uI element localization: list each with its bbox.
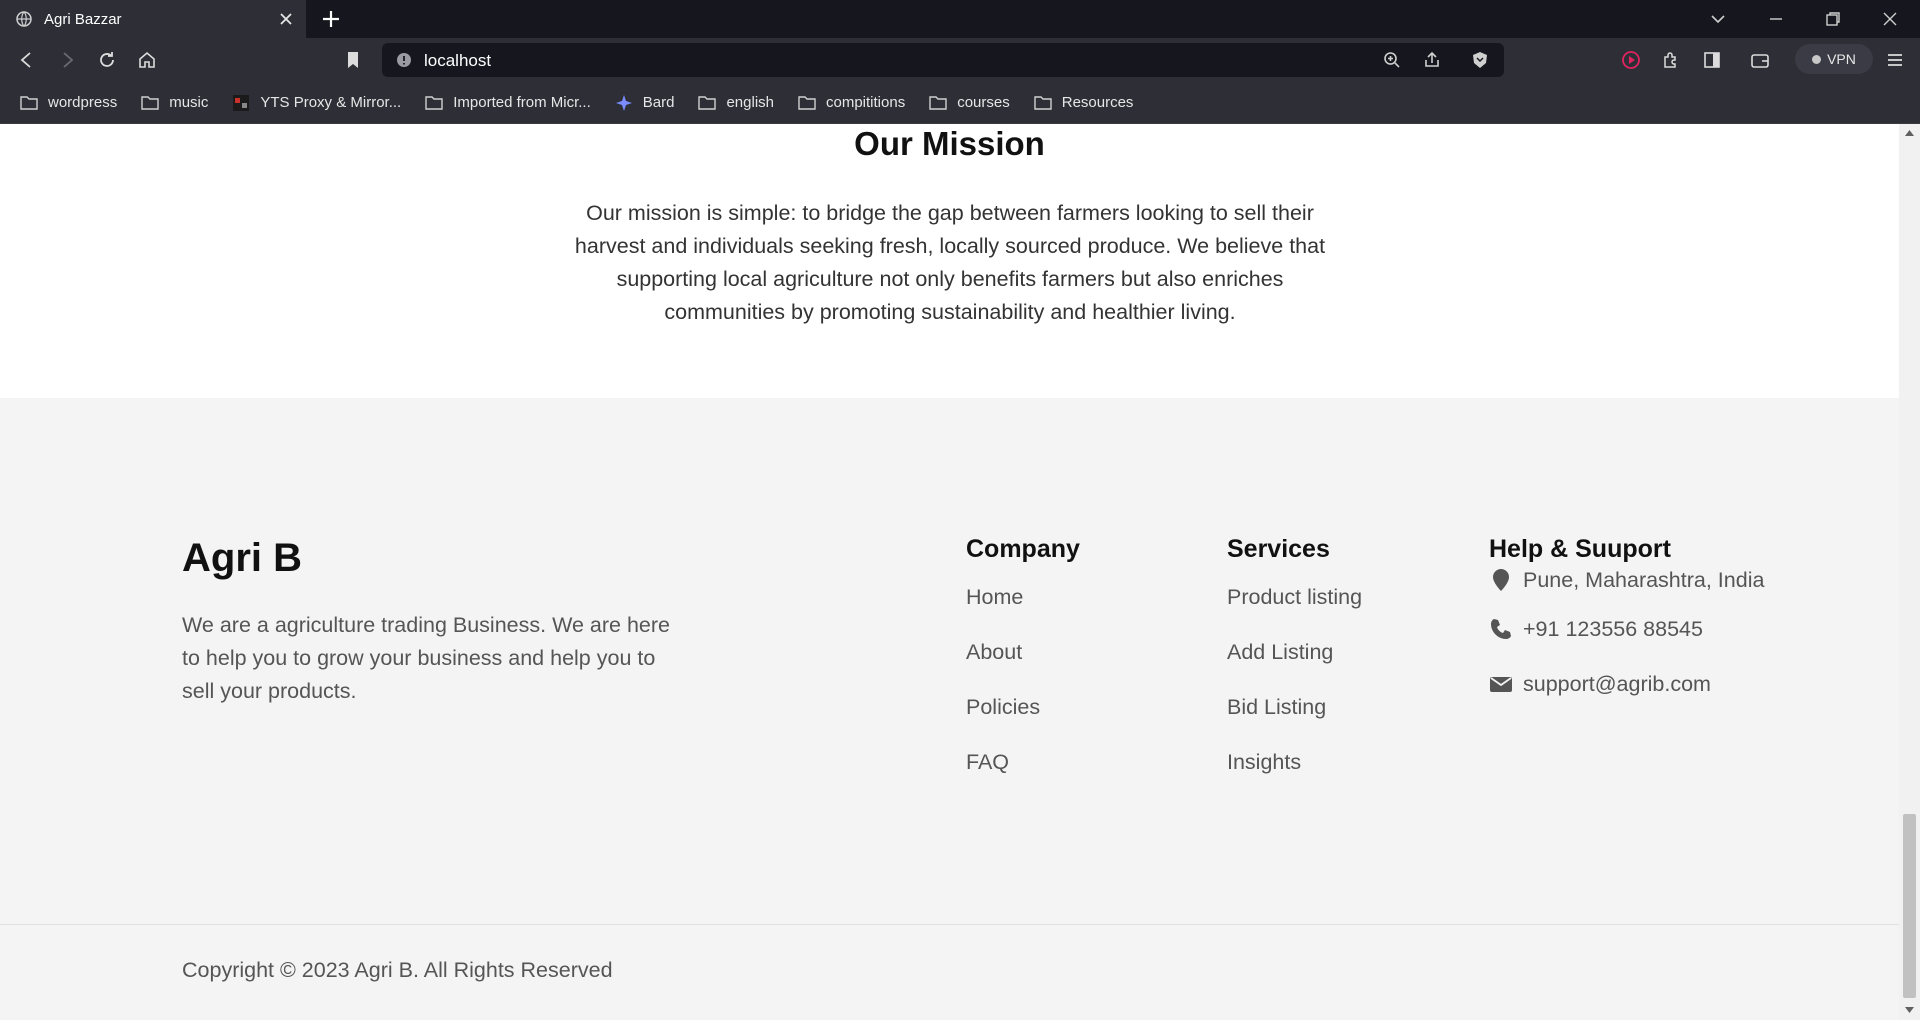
page-scrollbar[interactable] [1899, 124, 1920, 1020]
site-info-icon[interactable] [396, 52, 412, 68]
bookmark-imported[interactable]: Imported from Micr... [425, 94, 591, 111]
map-marker-icon [1493, 569, 1509, 591]
bookmark-yts-proxy[interactable]: YTS Proxy & Mirror... [232, 94, 401, 111]
back-icon[interactable] [16, 49, 38, 71]
globe-icon [16, 11, 32, 27]
scrollbar-thumb[interactable] [1903, 814, 1916, 998]
mission-section: Our Mission Our mission is simple: to br… [0, 124, 1899, 398]
extensions-icon[interactable] [1660, 49, 1682, 71]
site-footer: Agri B We are a agriculture trading Busi… [0, 398, 1899, 1020]
contact-phone: +91 123556 88545 [1489, 613, 1789, 646]
footer-link-insights[interactable]: Insights [1227, 749, 1362, 804]
folder-icon [1034, 95, 1052, 110]
mission-title: Our Mission [854, 125, 1045, 162]
menu-icon[interactable] [1884, 49, 1906, 71]
close-window-icon[interactable] [1880, 9, 1900, 29]
browser-toolbar: localhost VPN [0, 38, 1920, 82]
footer-link-product-listing[interactable]: Product listing [1227, 584, 1362, 639]
share-icon[interactable] [1422, 50, 1442, 70]
restore-icon[interactable] [1823, 9, 1843, 29]
home-icon[interactable] [136, 49, 158, 71]
browser-tab[interactable]: Agri Bazzar [0, 0, 306, 38]
bookmark-bard[interactable]: Bard [615, 94, 674, 111]
vpn-label: VPN [1827, 51, 1856, 67]
bookmark-wordpress[interactable]: wordpress [20, 94, 117, 111]
bard-sparkle-icon [615, 94, 632, 111]
folder-icon [798, 95, 816, 110]
wallet-icon[interactable] [1749, 49, 1771, 71]
folder-icon [929, 95, 947, 110]
tab-title: Agri Bazzar [44, 10, 122, 28]
reload-icon[interactable] [96, 49, 118, 71]
sidebar-icon[interactable] [1701, 49, 1723, 71]
footer-link-faq[interactable]: FAQ [966, 749, 1080, 804]
zoom-icon[interactable] [1382, 50, 1402, 70]
bookmark-resources[interactable]: Resources [1034, 94, 1133, 111]
bookmarks-bar: wordpress music YTS Proxy & Mirror... Im… [0, 82, 1920, 124]
scroll-up-icon[interactable] [1904, 129, 1915, 137]
close-tab-icon[interactable] [278, 11, 294, 27]
footer-about-text: We are a agriculture trading Business. W… [182, 613, 670, 703]
vpn-button[interactable]: VPN [1795, 44, 1873, 74]
minimize-icon[interactable] [1766, 9, 1786, 29]
scroll-down-icon[interactable] [1904, 1006, 1915, 1014]
bookmark-music[interactable]: music [141, 94, 208, 111]
footer-link-bid-listing[interactable]: Bid Listing [1227, 694, 1362, 749]
footer-divider [0, 924, 1899, 925]
bookmark-english[interactable]: english [698, 94, 774, 111]
folder-icon [698, 95, 717, 110]
tab-bar: Agri Bazzar [0, 0, 1920, 38]
envelope-icon [1490, 677, 1512, 692]
brave-shield-icon[interactable] [1470, 50, 1490, 70]
url-text: localhost [424, 51, 492, 70]
contact-address: Pune, Maharashtra, India [1489, 564, 1789, 597]
bookmark-courses[interactable]: courses [929, 94, 1010, 111]
address-text: Pune, Maharashtra, India [1523, 568, 1765, 592]
footer-link-about[interactable]: About [966, 639, 1080, 694]
forward-icon[interactable] [56, 49, 78, 71]
help-support-column: Help & Suuport Pune, Maharashtra, India … [1489, 535, 1789, 701]
bookmark-icon[interactable] [342, 49, 364, 71]
contact-email: support@agrib.com [1489, 668, 1789, 701]
footer-link-add-listing[interactable]: Add Listing [1227, 639, 1362, 694]
folder-icon [425, 95, 443, 110]
media-record-icon[interactable] [1620, 49, 1642, 71]
company-heading: Company [966, 535, 1080, 563]
footer-link-policies[interactable]: Policies [966, 694, 1080, 749]
address-bar[interactable]: localhost [382, 43, 1504, 77]
tab-list-icon[interactable] [1708, 9, 1728, 29]
phone-icon [1491, 619, 1511, 639]
vpn-status-icon [1812, 54, 1822, 64]
services-column: Services Product listing Add Listing Bid… [1227, 535, 1362, 804]
new-tab-icon[interactable] [320, 8, 342, 30]
copyright-text: Copyright © 2023 Agri B. All Rights Rese… [182, 958, 613, 982]
company-column: Company Home About Policies FAQ [966, 535, 1080, 804]
page-viewport: Our Mission Our mission is simple: to br… [0, 124, 1899, 1020]
services-heading: Services [1227, 535, 1330, 563]
folder-icon [141, 95, 159, 110]
footer-brand: Agri B [182, 536, 302, 580]
help-heading: Help & Suuport [1489, 535, 1671, 563]
bookmark-compititions[interactable]: compititions [798, 94, 905, 111]
footer-link-home[interactable]: Home [966, 584, 1080, 639]
email-text[interactable]: support@agrib.com [1523, 668, 1711, 701]
mission-text: Our mission is simple: to bridge the gap… [574, 201, 1326, 324]
folder-icon [20, 95, 38, 110]
yts-favicon-icon [233, 94, 250, 111]
phone-text[interactable]: +91 123556 88545 [1523, 613, 1703, 646]
